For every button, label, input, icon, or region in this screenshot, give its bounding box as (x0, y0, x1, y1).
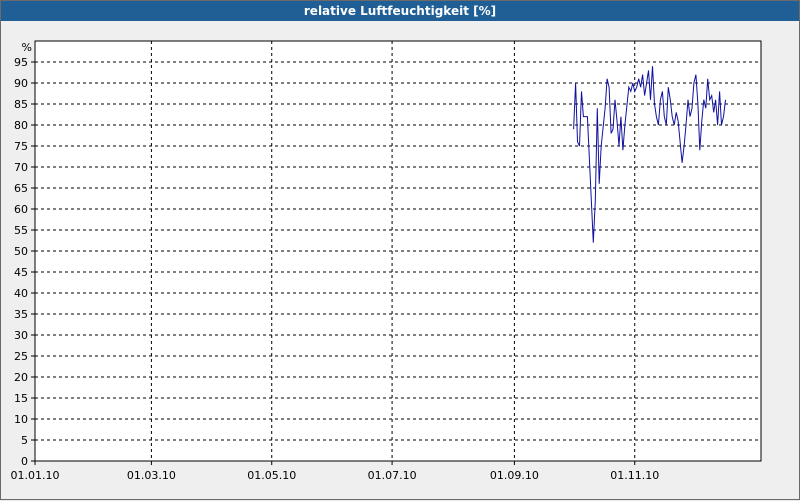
y-tick-label: 35 (14, 308, 28, 321)
y-tick-label: 45 (14, 266, 28, 279)
y-tick-label: 15 (14, 392, 28, 405)
y-tick-label: 50 (14, 245, 28, 258)
y-tick-label: 55 (14, 224, 28, 237)
y-axis-label: % (22, 41, 32, 54)
y-axis-ticks: 0 5 10 15 20 25 30 35 40 45 50 55 60 65 70 75 80 85 90 95 (14, 56, 35, 468)
y-tick-label: 80 (14, 119, 28, 132)
x-tick-label: 01.11.10 (610, 469, 659, 482)
chart-window: relative Luftfeuchtigkeit [%] 0 5 10 15 20 25… (0, 0, 800, 500)
y-tick-label: 25 (14, 350, 28, 363)
y-tick-label: 60 (14, 203, 28, 216)
x-tick-label: 01.09.10 (490, 469, 539, 482)
line-chart: 0 5 10 15 20 25 30 35 40 45 50 55 60 65 70 75 80 85 90 95 0… (11, 40, 762, 482)
x-tick-label: 01.03.10 (127, 469, 176, 482)
x-axis-ticks: 01.01.10 01.03.10 01.05.10 01.07.10 01.09.10… (11, 461, 659, 482)
y-tick-label: 10 (14, 413, 28, 426)
y-tick-label: 90 (14, 77, 28, 90)
y-tick-label: 20 (14, 371, 28, 384)
x-tick-label: 01.05.10 (247, 469, 296, 482)
x-tick-label: 01.07.10 (368, 469, 417, 482)
y-tick-label: 75 (14, 140, 28, 153)
x-tick-label: 01.01.10 (11, 469, 60, 482)
y-tick-label: 5 (21, 434, 28, 447)
y-tick-label: 85 (14, 98, 28, 111)
y-tick-label: 30 (14, 329, 28, 342)
y-tick-label: 95 (14, 56, 28, 69)
y-tick-label: 40 (14, 287, 28, 300)
y-tick-label: 0 (21, 455, 28, 468)
y-tick-label: 70 (14, 161, 28, 174)
y-tick-label: 65 (14, 182, 28, 195)
